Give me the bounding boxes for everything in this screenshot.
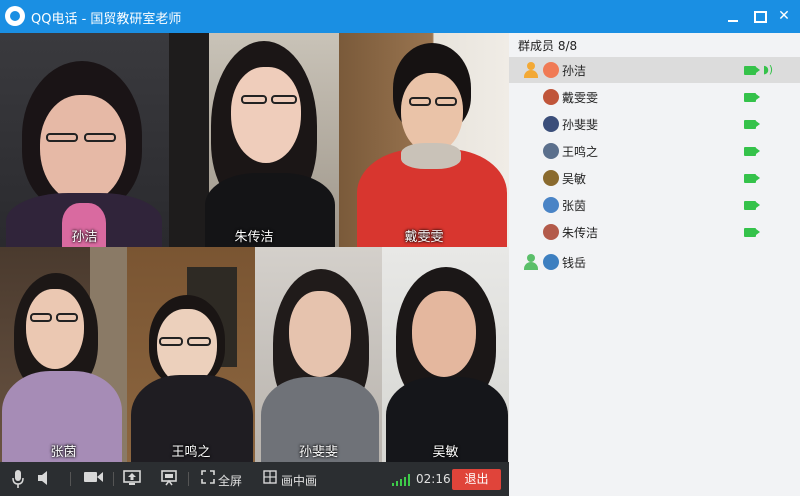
video-tile-name: 戴雯雯 <box>404 230 444 245</box>
exit-call-button[interactable]: 退出 <box>452 469 501 490</box>
video-tile-name: 王鸣之 <box>171 445 211 460</box>
camera-on-icon <box>744 93 760 102</box>
video-tile-name: 孙洁 <box>71 230 98 245</box>
member-name: 张茵 <box>562 199 587 213</box>
toolbar-divider <box>70 472 71 486</box>
camera-on-icon <box>744 228 760 237</box>
member-row[interactable]: 孙斐斐 <box>509 111 800 137</box>
whiteboard-icon[interactable] <box>160 470 178 488</box>
video-tile[interactable]: 吴敏 <box>382 247 509 462</box>
call-toolbar: 全屏 画中画 02:16 退出 <box>0 462 509 496</box>
video-tile-name: 孙斐斐 <box>298 445 338 460</box>
member-count-header: 群成员 8/8 <box>518 39 578 53</box>
video-tile[interactable]: 朱传洁 <box>169 33 339 247</box>
camera-on-icon <box>744 147 760 156</box>
member-row[interactable]: 孙洁 ◗) <box>509 57 800 83</box>
member-name: 朱传洁 <box>562 226 599 240</box>
avatar <box>543 62 559 78</box>
video-tile[interactable]: 孙斐斐 <box>255 247 382 462</box>
toolbar-divider <box>113 472 114 486</box>
video-tile-name: 张茵 <box>50 445 77 460</box>
avatar <box>543 197 559 213</box>
video-tile[interactable]: 戴雯雯 <box>339 33 509 247</box>
fullscreen-icon[interactable] <box>200 470 216 488</box>
speaker-icon[interactable] <box>37 470 53 488</box>
video-grid: 孙洁 朱传洁 戴雯雯 张茵 王鸣之 孙斐斐 吴敏 <box>0 33 509 462</box>
video-tile-name: 吴敏 <box>432 445 459 460</box>
member-name: 孙斐斐 <box>562 118 599 132</box>
qq-logo-icon <box>5 6 25 26</box>
camera-on-icon <box>744 174 760 183</box>
member-name: 吴敏 <box>562 172 587 186</box>
member-name: 孙洁 <box>562 64 587 78</box>
microphone-icon[interactable] <box>10 470 26 488</box>
member-row[interactable]: 张茵 <box>509 192 800 218</box>
avatar <box>543 143 559 159</box>
camera-on-icon <box>744 120 760 129</box>
member-name: 戴雯雯 <box>562 91 599 105</box>
video-tile[interactable]: 张茵 <box>0 247 127 462</box>
camera-on-icon <box>744 201 760 210</box>
maximize-button[interactable] <box>748 6 770 26</box>
toolbar-divider <box>188 472 189 486</box>
avatar <box>543 224 559 240</box>
member-row[interactable]: 吴敏 <box>509 165 800 191</box>
minimize-button[interactable] <box>722 6 744 26</box>
title-bar[interactable]: QQ电话 - 国贸教研室老师 ✕ <box>0 0 800 33</box>
picture-in-picture-button[interactable]: 画中画 <box>281 472 317 489</box>
camera-icon[interactable] <box>84 470 104 488</box>
call-timer: 02:16 <box>416 472 451 486</box>
avatar <box>543 89 559 105</box>
avatar <box>543 254 559 270</box>
avatar <box>543 116 559 132</box>
speaking-icon: ◗) <box>763 63 774 76</box>
video-tile-name: 朱传洁 <box>234 230 274 245</box>
qq-call-window: QQ电话 - 国贸教研室老师 ✕ 孙洁 朱传洁 戴雯雯 张茵 王鸣之 孙斐斐 吴… <box>0 0 800 496</box>
member-person-icon <box>523 254 539 270</box>
member-row[interactable]: 戴雯雯 <box>509 84 800 110</box>
member-row[interactable]: 钱岳 <box>509 249 800 275</box>
picture-in-picture-icon[interactable] <box>262 470 278 488</box>
member-name: 王鸣之 <box>562 145 599 159</box>
video-tile[interactable]: 孙洁 <box>0 33 169 247</box>
member-panel: 群成员 8/8 孙洁 ◗) 戴雯雯 孙斐斐 王鸣之 吴敏 张茵 朱传洁 钱岳 <box>509 33 800 496</box>
camera-on-icon <box>744 66 760 75</box>
member-person-icon <box>523 62 539 78</box>
close-button[interactable]: ✕ <box>773 6 795 26</box>
window-title: QQ电话 - 国贸教研室老师 <box>31 12 182 27</box>
member-row[interactable]: 王鸣之 <box>509 138 800 164</box>
fullscreen-button[interactable]: 全屏 <box>218 472 242 489</box>
avatar <box>543 170 559 186</box>
screen-share-icon[interactable] <box>122 470 142 488</box>
member-name: 钱岳 <box>562 256 587 270</box>
video-tile[interactable]: 王鸣之 <box>127 247 255 462</box>
member-row[interactable]: 朱传洁 <box>509 219 800 245</box>
signal-strength-icon <box>392 474 410 486</box>
